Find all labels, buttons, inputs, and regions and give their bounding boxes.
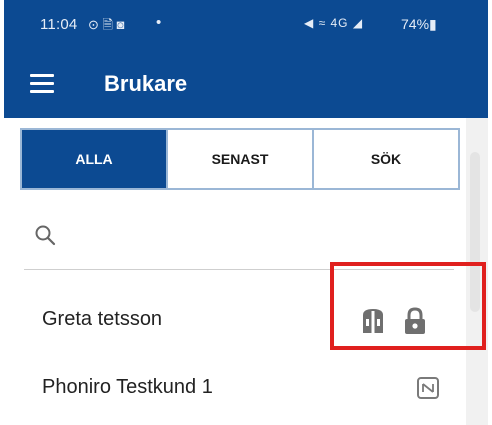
status-bar: 11:04 ⊙ 🗎 ◙ • ◀ ≈ 4G ◢ 74%▮	[4, 0, 488, 50]
app-bar: Brukare	[4, 50, 488, 118]
status-time: 11:04	[40, 16, 78, 33]
client-name: Greta tetsson	[42, 308, 163, 330]
client-name: Phoniro Testkund 1	[42, 376, 213, 398]
tab-senast[interactable]: SENAST	[168, 130, 314, 188]
status-dot-icon: •	[156, 14, 162, 31]
phone-screen: 11:04 ⊙ 🗎 ◙ • ◀ ≈ 4G ◢ 74%▮ Brukare ALLA…	[4, 0, 488, 425]
search-input[interactable]	[74, 218, 448, 260]
status-signal-icons: ◀ ≈ 4G ◢	[304, 16, 364, 30]
page-title: Brukare	[104, 71, 188, 96]
tab-alla[interactable]: ALLA	[22, 130, 168, 188]
tab-sok[interactable]: SÖK	[314, 130, 458, 188]
battery-level: 74%▮	[401, 16, 437, 32]
annotation-highlight-box	[330, 262, 486, 350]
status-notification-icons: ⊙ 🗎 ◙	[88, 17, 125, 32]
hamburger-menu-icon[interactable]	[30, 74, 54, 94]
search-icon	[35, 225, 56, 246]
client-row[interactable]: Phoniro Testkund 1	[4, 356, 466, 420]
search-bar	[24, 210, 454, 270]
tab-bar: ALLA SENAST SÖK	[20, 128, 460, 190]
nfc-icon	[417, 377, 439, 399]
